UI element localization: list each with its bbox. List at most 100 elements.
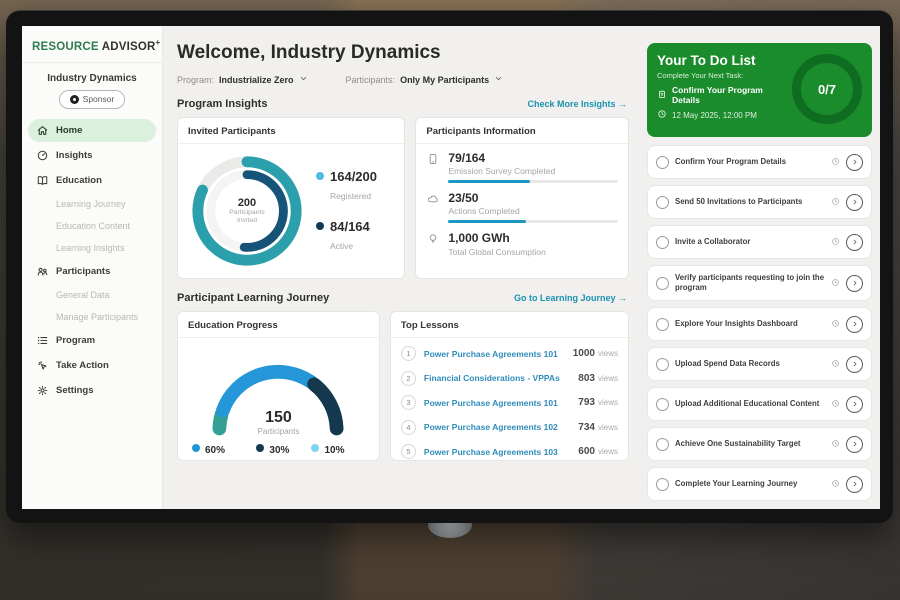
todo-due-date: 12 May 2025, 12:00 PM: [672, 111, 757, 120]
legend-value: 84/164: [330, 219, 370, 234]
sidebar-item-program[interactable]: Program: [28, 329, 156, 352]
list-icon: [36, 334, 49, 347]
task-open-button[interactable]: [846, 154, 863, 171]
sidebar-item-home[interactable]: Home: [28, 119, 156, 142]
participants-label: Participants:: [346, 75, 396, 85]
sidebar-item-take-action[interactable]: Take Action: [28, 354, 156, 377]
clock-icon: [831, 395, 840, 413]
task-complete-learning-journey[interactable]: Complete Your Learning Journey: [647, 467, 872, 501]
task-open-button[interactable]: [846, 396, 863, 413]
task-upload-spend-data[interactable]: Upload Spend Data Records: [647, 347, 872, 381]
task-checkbox[interactable]: [656, 277, 669, 290]
task-label: Confirm Your Program Details: [675, 157, 825, 167]
lesson-link[interactable]: Power Purchase Agreements 101: [424, 349, 566, 359]
task-checkbox[interactable]: [656, 156, 669, 169]
donut-center-label: Participants Invited: [221, 209, 273, 226]
task-checkbox[interactable]: [656, 438, 669, 451]
sidebar-item-participants[interactable]: Participants: [28, 260, 156, 283]
sidebar: RESOURCE ADVISOR+ Industry Dynamics Spon…: [22, 26, 163, 509]
sponsor-badge-label: Sponsor: [83, 94, 115, 104]
sidebar-item-settings[interactable]: Settings: [28, 379, 156, 402]
section-title: Program Insights: [177, 98, 267, 110]
task-checkbox[interactable]: [656, 358, 669, 371]
chevron-down-icon: [494, 74, 503, 85]
insights-gauge-icon: [36, 149, 49, 162]
legend-label: Registered: [330, 191, 371, 201]
page-title: Welcome, Industry Dynamics: [177, 42, 629, 64]
program-label: Program:: [177, 75, 214, 85]
logo-text-secondary: ADVISOR: [102, 41, 156, 53]
completed-dot-icon: [192, 444, 200, 452]
chevron-down-icon: [299, 74, 308, 85]
card-title: Participants Information: [416, 118, 628, 144]
lesson-views-word: views: [598, 374, 618, 383]
stat-value: 1,000 GWh: [448, 232, 618, 245]
lesson-rank: 2: [401, 371, 416, 386]
task-checkbox[interactable]: [656, 196, 669, 209]
task-verify-participants[interactable]: Verify participants requesting to join t…: [647, 265, 872, 301]
legend-value: 30%: [269, 445, 289, 456]
task-confirm-program-details[interactable]: Confirm Your Program Details: [647, 145, 872, 179]
task-open-button[interactable]: [846, 275, 863, 292]
sidebar-item-label: Manage Participants: [56, 312, 138, 322]
sidebar-item-learning-journey[interactable]: Learning Journey: [28, 194, 156, 214]
registered-dot-icon: [316, 172, 324, 180]
legend-item-pending: 30% Pending: [256, 440, 298, 461]
lesson-link[interactable]: Power Purchase Agreements 103: [424, 447, 571, 457]
lesson-views-word: views: [598, 423, 618, 432]
sidebar-item-manage-participants[interactable]: Manage Participants: [28, 307, 156, 327]
sidebar-item-education-content[interactable]: Education Content: [28, 216, 156, 236]
task-invite-collaborator[interactable]: Invite a Collaborator: [647, 225, 872, 259]
gauge-center-label: Participants: [193, 427, 363, 436]
task-open-button[interactable]: [846, 194, 863, 211]
logo-plus: +: [156, 38, 161, 47]
todo-title: Your To Do List: [657, 53, 786, 68]
sidebar-item-label: Education Content: [56, 221, 130, 231]
task-checkbox[interactable]: [656, 398, 669, 411]
stat-actions-completed: 23/50 Actions Completed: [426, 192, 618, 223]
lesson-link[interactable]: Power Purchase Agreements 102: [424, 422, 571, 432]
go-to-learning-journey-link[interactable]: Go to Learning Journey →: [514, 293, 627, 303]
learning-journey-header: Participant Learning Journey Go to Learn…: [177, 292, 627, 304]
program-insights-header: Program Insights Check More Insights →: [177, 98, 627, 110]
sidebar-item-label: General Data: [56, 290, 110, 300]
participants-information-card: Participants Information 79/164 Emission…: [415, 117, 629, 279]
task-open-button[interactable]: [846, 316, 863, 333]
card-title: Education Progress: [178, 312, 379, 338]
sidebar-item-learning-insights[interactable]: Learning Insights: [28, 238, 156, 258]
sidebar-item-general-data[interactable]: General Data: [28, 285, 156, 305]
pointer-click-icon: [36, 359, 49, 372]
clock-icon: [831, 233, 840, 251]
task-open-button[interactable]: [846, 436, 863, 453]
lesson-rank: 3: [401, 395, 416, 410]
participants-select[interactable]: Participants: Only My Participants: [346, 74, 504, 85]
sponsor-badge[interactable]: Sponsor: [59, 90, 125, 109]
task-checkbox[interactable]: [656, 318, 669, 331]
stat-value: 79/164: [448, 152, 618, 165]
check-more-insights-link[interactable]: Check More Insights →: [527, 99, 627, 109]
lesson-views-word: views: [598, 398, 618, 407]
lesson-views-word: views: [598, 349, 618, 358]
sidebar-item-insights[interactable]: Insights: [28, 144, 156, 167]
task-upload-educational-content[interactable]: Upload Additional Educational Content: [647, 387, 872, 421]
lesson-link[interactable]: Financial Considerations - VPPAs: [424, 373, 571, 383]
task-open-button[interactable]: [846, 234, 863, 251]
gauge-legend: 60% Completed 30% Pending 10% Not Starte…: [188, 440, 369, 461]
task-label: Send 50 Invitations to Participants: [675, 197, 825, 207]
sidebar-item-education[interactable]: Education: [28, 169, 156, 192]
task-checkbox[interactable]: [656, 236, 669, 249]
link-label: Check More Insights: [527, 99, 615, 109]
task-send-invitations[interactable]: Send 50 Invitations to Participants: [647, 185, 872, 219]
legend-item-registered: 164/200 Registered: [316, 168, 377, 204]
task-open-button[interactable]: [846, 476, 863, 493]
task-label: Verify participants requesting to join t…: [675, 273, 825, 293]
legend-item-completed: 60% Completed: [192, 440, 244, 461]
task-checkbox[interactable]: [656, 478, 669, 491]
program-select[interactable]: Program: Industrialize Zero: [177, 74, 308, 85]
task-open-button[interactable]: [846, 356, 863, 373]
stat-emission-survey: 79/164 Emission Survey Completed: [426, 152, 618, 183]
task-achieve-sustainability-target[interactable]: Achieve One Sustainability Target: [647, 427, 872, 461]
lesson-link[interactable]: Power Purchase Agreements 101: [424, 398, 571, 408]
org-name: Industry Dynamics: [22, 73, 162, 84]
task-explore-insights[interactable]: Explore Your Insights Dashboard: [647, 307, 872, 341]
